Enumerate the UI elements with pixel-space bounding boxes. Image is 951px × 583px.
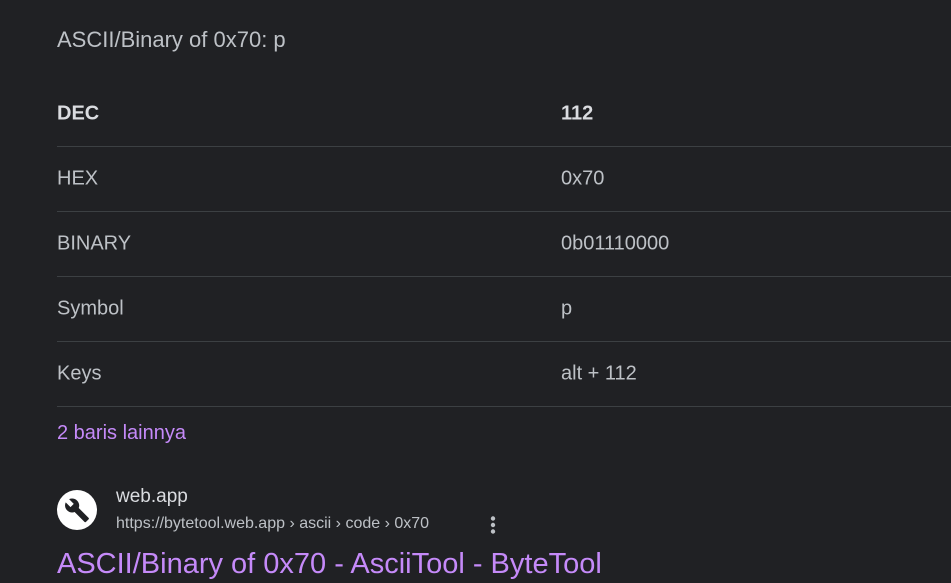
table-header-value: 112 bbox=[561, 102, 594, 125]
row-key: HEX bbox=[57, 167, 99, 190]
site-name[interactable]: web.app bbox=[116, 486, 188, 508]
more-rows-link[interactable]: 2 baris lainnya bbox=[57, 422, 186, 445]
snippet-title: ASCII/Binary of 0x70: p bbox=[57, 27, 286, 52]
row-value: alt + 112 bbox=[561, 362, 637, 385]
result-breadcrumb[interactable]: https://bytetool.web.app › ascii › code … bbox=[116, 515, 429, 533]
table-header-key: DEC bbox=[57, 102, 100, 125]
wrench-icon bbox=[57, 490, 97, 530]
table-row: HEX 0x70 bbox=[57, 147, 951, 212]
table-header-row: DEC 112 bbox=[57, 82, 951, 147]
row-value: 0b01110000 bbox=[561, 232, 670, 255]
table-row: Symbol p bbox=[57, 277, 951, 342]
row-value: p bbox=[561, 297, 573, 320]
row-value: 0x70 bbox=[561, 167, 605, 190]
row-key: BINARY bbox=[57, 232, 132, 255]
table-row: Keys alt + 112 bbox=[57, 342, 951, 407]
row-key: Symbol bbox=[57, 297, 124, 320]
row-key: Keys bbox=[57, 362, 102, 385]
table-row: BINARY 0b01110000 bbox=[57, 212, 951, 277]
more-vert-icon[interactable] bbox=[485, 514, 501, 536]
result-title-link[interactable]: ASCII/Binary of 0x70 - AsciiTool - ByteT… bbox=[57, 548, 602, 581]
ascii-table: DEC 112 HEX 0x70 BINARY 0b01110000 Symbo… bbox=[57, 82, 951, 407]
